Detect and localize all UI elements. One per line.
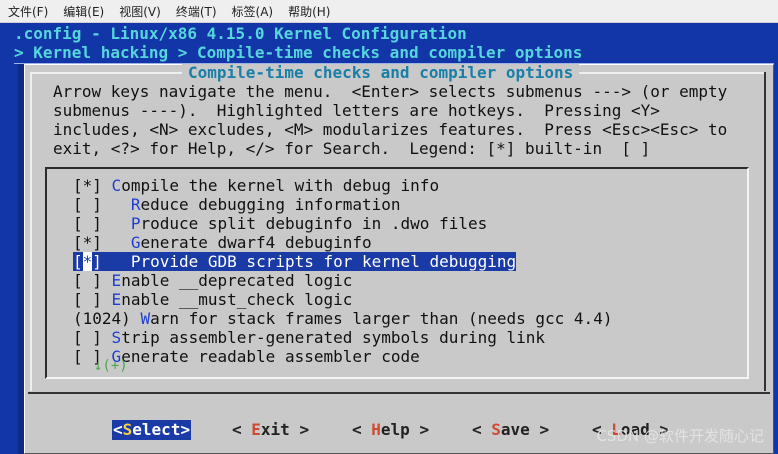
text-cursor: * [82, 252, 93, 271]
option-label: Strip assembler-generated symbols during… [102, 328, 545, 347]
button-hotkey: E [251, 420, 261, 439]
menu-bar: 文件(F) 编辑(E) 视图(V) 终端(T) 标签(A) 帮助(H) [0, 0, 778, 23]
option-row[interactable]: [*] Compile the kernel with debug info [73, 176, 439, 195]
option-indent [102, 328, 112, 347]
option-text: nable __must_check logic [121, 290, 353, 309]
option-label: Generate dwarf4 debuginfo [102, 233, 372, 252]
option-hotkey: W [140, 309, 151, 328]
menuconfig-dialog: Compile-time checks and compiler options… [24, 64, 774, 454]
breadcrumb: > Kernel hacking > Compile-time checks a… [14, 43, 583, 62]
menu-file[interactable]: 文件(F) [0, 3, 55, 20]
option-label: Generate readable assembler code [102, 347, 420, 366]
option-text: enerate readable assembler code [121, 347, 420, 366]
option-state-open: [ [73, 252, 83, 271]
option-state[interactable]: [ ] [73, 328, 102, 347]
option-indent [102, 290, 112, 309]
watermark-text: CSDN @软件开发随心记 [596, 427, 764, 445]
help-line-1: Arrow keys navigate the menu. <Enter> se… [53, 82, 728, 101]
option-hotkey: E [111, 271, 122, 290]
config-title: .config - Linux/x86 4.15.0 Kernel Config… [14, 24, 467, 43]
help-line-3: includes, <N> excludes, <M> modularizes … [53, 120, 728, 139]
option-state[interactable]: [*] [73, 233, 102, 252]
option-row[interactable]: [ ] Strip assembler-generated symbols du… [73, 328, 545, 347]
option-text: arn for stack frames larger than (needs … [150, 309, 613, 328]
option-hotkey: C [111, 176, 122, 195]
button-close: > [409, 420, 430, 439]
option-indent [102, 233, 131, 252]
exit-button[interactable]: < Exit > [232, 420, 309, 440]
dialog-frame-right [764, 72, 766, 391]
select-button[interactable]: <Select> [112, 420, 192, 440]
option-state[interactable]: [ ] [73, 195, 102, 214]
menu-tabs[interactable]: 标签(A) [224, 3, 281, 20]
option-indent [131, 309, 141, 328]
option-text: ompile the kernel with debug info [121, 176, 440, 195]
option-hotkey: G [130, 233, 141, 252]
option-text: enerate dwarf4 debuginfo [140, 233, 372, 252]
button-close: > [289, 420, 310, 439]
option-text: rovide GDB scripts for kernel debugging [140, 252, 517, 271]
button-rest: xit [260, 420, 290, 439]
option-indent [102, 214, 131, 233]
terminal-screen: .config - Linux/x86 4.15.0 Kernel Config… [0, 23, 778, 454]
option-row[interactable]: [*] Generate dwarf4 debuginfo [73, 233, 372, 252]
help-line-2: submenus ----). Highlighted letters are … [53, 101, 660, 120]
option-indent [102, 176, 112, 195]
button-rest: elp [380, 420, 410, 439]
more-items-indicator: ↓(+) [94, 358, 128, 374]
help-button[interactable]: < Help > [352, 420, 429, 440]
option-state[interactable]: [ ] [73, 271, 102, 290]
button-hotkey: H [371, 420, 381, 439]
option-text: roduce split debuginfo in .dwo files [140, 214, 488, 233]
option-row[interactable]: [ ] Produce split debuginfo in .dwo file… [73, 214, 487, 233]
option-hotkey: P [130, 214, 141, 233]
option-label: Produce split debuginfo in .dwo files [102, 214, 487, 233]
option-state[interactable]: [ ] [73, 290, 102, 309]
menu-edit[interactable]: 编辑(E) [55, 3, 111, 20]
menu-help[interactable]: 帮助(H) [280, 3, 337, 20]
option-text: trip assembler-generated symbols during … [121, 328, 546, 347]
option-indent [102, 271, 112, 290]
option-state[interactable]: [*] [73, 176, 102, 195]
option-label: Provide GDB scripts for kernel debugging [101, 252, 517, 271]
option-label: Compile the kernel with debug info [102, 176, 440, 195]
button-separator [28, 392, 770, 394]
option-row[interactable]: (1024) Warn for stack frames larger than… [73, 309, 612, 328]
button-hotkey: S [491, 420, 501, 439]
option-indent [102, 195, 131, 214]
dialog-title: Compile-time checks and compiler options [182, 64, 580, 82]
option-label: Reduce debugging information [102, 195, 401, 214]
button-open: < [232, 420, 252, 439]
button-rest: ave [500, 420, 530, 439]
option-state[interactable]: [ ] [73, 214, 102, 233]
option-row[interactable]: [*] Provide GDB scripts for kernel debug… [73, 252, 517, 271]
option-state[interactable]: (1024) [73, 309, 131, 328]
button-rest: elect [132, 420, 181, 439]
menu-terminal[interactable]: 终端(T) [168, 3, 224, 20]
option-state-cursor[interactable]: [*] [73, 252, 102, 271]
button-open: < [113, 420, 123, 439]
option-row[interactable]: [ ] Enable __deprecated logic [73, 271, 352, 290]
option-text: educe debugging information [140, 195, 401, 214]
option-hotkey: R [130, 195, 141, 214]
button-open: < [472, 420, 492, 439]
option-label: Enable __deprecated logic [102, 271, 353, 290]
button-close: > [180, 420, 191, 439]
button-open: < [352, 420, 372, 439]
button-hotkey: S [122, 420, 133, 439]
option-hotkey: E [111, 290, 122, 309]
option-row[interactable]: [ ] Reduce debugging information [73, 195, 401, 214]
option-label: Warn for stack frames larger than (needs… [131, 309, 613, 328]
save-button[interactable]: < Save > [472, 420, 549, 440]
option-row[interactable]: [ ] Enable __must_check logic [73, 290, 352, 309]
help-line-4: exit, <?> for Help, </> for Search. Lege… [53, 139, 651, 158]
option-label: Enable __must_check logic [102, 290, 353, 309]
button-close: > [529, 420, 550, 439]
option-hotkey: S [111, 328, 122, 347]
option-text: nable __deprecated logic [121, 271, 353, 290]
option-indent [102, 252, 131, 271]
menu-view[interactable]: 视图(V) [111, 3, 168, 20]
option-state-close: ] [92, 252, 102, 271]
dialog-frame-left [30, 72, 32, 391]
